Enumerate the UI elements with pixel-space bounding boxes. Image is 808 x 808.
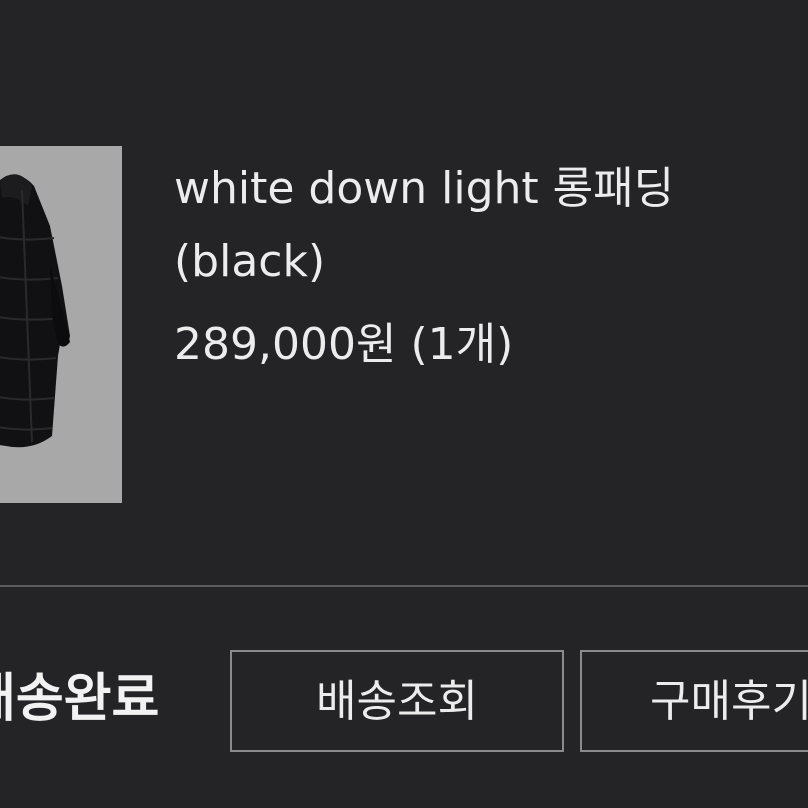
order-item-screen: white down light 롱패딩 (black) 289,000원 (1… xyxy=(0,0,808,808)
product-name[interactable]: white down light 롱패딩 (black) xyxy=(174,152,808,298)
track-delivery-button[interactable]: 배송조회 xyxy=(230,650,564,752)
order-status: 배송완료 xyxy=(0,669,160,729)
product-name-line1: white down light 롱패딩 xyxy=(174,163,675,214)
padding-coat-image xyxy=(0,174,70,448)
product-thumbnail[interactable] xyxy=(0,146,122,503)
product-quantity: (1개) xyxy=(410,319,514,370)
section-divider xyxy=(0,585,808,587)
product-name-line2: (black) xyxy=(174,236,326,287)
write-review-button[interactable]: 구매후기 xyxy=(580,650,808,752)
price-line: 289,000원 (1개) xyxy=(174,308,513,381)
product-price: 289,000원 xyxy=(174,319,397,370)
